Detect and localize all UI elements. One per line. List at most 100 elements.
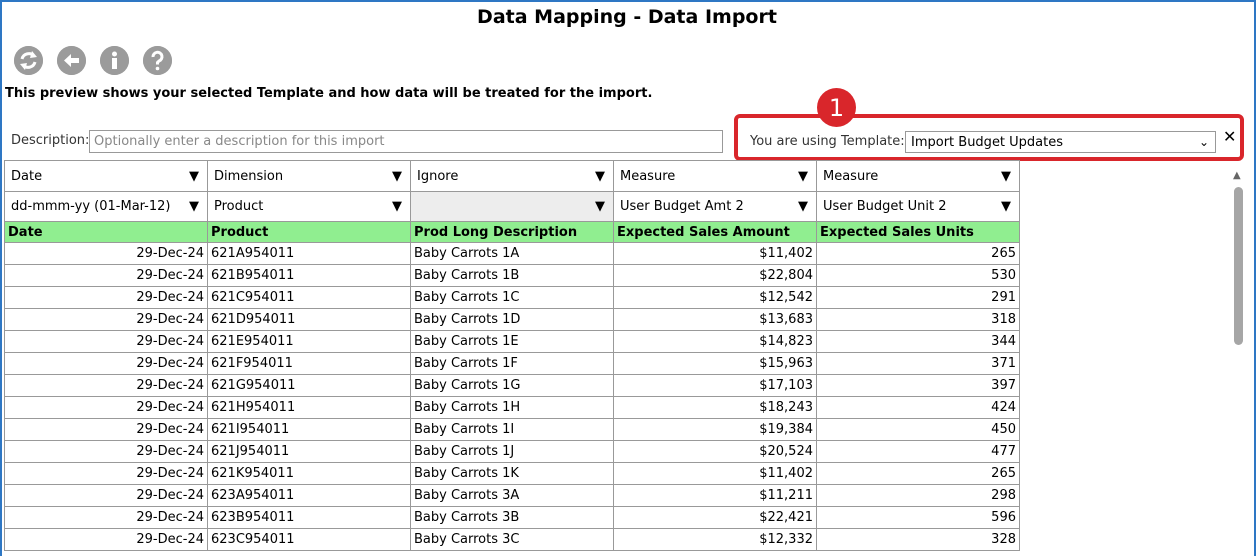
table-cell: $22,421	[613, 506, 817, 529]
column-mapping-dropdown[interactable]: dd-mmm-yy (01-Mar-12) ▼	[11, 199, 201, 214]
table-cell: 621C954011	[207, 286, 411, 309]
triangle-down-icon: ▼	[392, 199, 402, 214]
table-cell: Baby Carrots 1K	[410, 462, 614, 485]
column-type-value: Date	[11, 168, 43, 184]
table-cell: $11,402	[613, 462, 817, 485]
table-cell: 29-Dec-24	[4, 264, 208, 287]
table-cell: Baby Carrots 1C	[410, 286, 614, 309]
back-arrow-icon[interactable]	[57, 46, 86, 75]
column-mapping-select[interactable]: dd-mmm-yy (01-Mar-12) ▼	[4, 191, 208, 222]
table-cell: 621E954011	[207, 330, 411, 353]
table-cell: 621B954011	[207, 264, 411, 287]
column-type-dropdown[interactable]: Measure ▼	[823, 169, 1013, 184]
scrollbar-thumb[interactable]	[1234, 187, 1243, 345]
table-cell: 397	[816, 374, 1020, 397]
table-cell: $12,542	[613, 286, 817, 309]
scroll-up-icon[interactable]: ▲	[1233, 170, 1241, 181]
table-cell: 298	[816, 484, 1020, 507]
callout-badge: 1	[817, 88, 856, 127]
table-cell: Baby Carrots 1J	[410, 440, 614, 463]
table-row: 29-Dec-24 621B954011 Baby Carrots 1B $22,80…	[4, 264, 1020, 287]
column-mapping-dropdown[interactable]: ▼	[417, 199, 607, 214]
table-cell: $19,384	[613, 418, 817, 441]
column-mapping-dropdown[interactable]: Product ▼	[214, 199, 404, 214]
info-icon[interactable]	[100, 46, 129, 75]
description-label: Description:	[11, 133, 90, 148]
column-type-dropdown[interactable]: Ignore ▼	[417, 169, 607, 184]
column-header: Product	[207, 221, 411, 243]
column-type-dropdown[interactable]: Measure ▼	[620, 169, 810, 184]
column-type-dropdown[interactable]: Dimension ▼	[214, 169, 404, 184]
table-row: 29-Dec-24 621E954011 Baby Carrots 1E $14,82…	[4, 330, 1020, 353]
triangle-down-icon: ▼	[798, 199, 808, 214]
preview-description: This preview shows your selected Templat…	[5, 86, 653, 101]
triangle-down-icon: ▼	[189, 168, 199, 184]
column-mapping-value: User Budget Unit 2	[823, 199, 947, 214]
help-icon[interactable]	[143, 46, 172, 75]
triangle-down-icon: ▼	[392, 168, 402, 184]
column-type-select[interactable]: Date ▼	[4, 160, 208, 192]
column-mapping-value: User Budget Amt 2	[620, 199, 744, 214]
table-cell: 623B954011	[207, 506, 411, 529]
page-title: Data Mapping - Data Import	[477, 6, 777, 28]
table-cell: 450	[816, 418, 1020, 441]
column-type-select[interactable]: Measure ▼	[816, 160, 1020, 192]
column-mapping-select[interactable]: User Budget Unit 2 ▼	[816, 191, 1020, 222]
table-cell: Baby Carrots 1B	[410, 264, 614, 287]
table-cell: Baby Carrots 1F	[410, 352, 614, 375]
table-cell: 344	[816, 330, 1020, 353]
table-cell: 29-Dec-24	[4, 462, 208, 485]
column-type-value: Ignore	[417, 168, 459, 184]
table-cell: 291	[816, 286, 1020, 309]
table-cell: 29-Dec-24	[4, 506, 208, 529]
triangle-down-icon: ▼	[1001, 199, 1011, 214]
column-mapping-dropdown[interactable]: User Budget Unit 2 ▼	[823, 199, 1013, 214]
table-cell: 621A954011	[207, 242, 411, 265]
table-cell: 29-Dec-24	[4, 396, 208, 419]
column-mapping-dropdown[interactable]: User Budget Amt 2 ▼	[620, 199, 810, 214]
column-mapping-value: dd-mmm-yy (01-Mar-12)	[11, 199, 171, 214]
column-type-dropdown[interactable]: Date ▼	[11, 169, 201, 184]
close-icon[interactable]: ✕	[1223, 127, 1236, 146]
table-cell: $20,524	[613, 440, 817, 463]
table-cell: 621K954011	[207, 462, 411, 485]
table-cell: 621F954011	[207, 352, 411, 375]
chevron-down-icon: ⌄	[1198, 135, 1209, 149]
import-preview-grid: Date ▼ Dimension ▼ Ignore ▼ Measure ▼ Measure ▼ dd…	[4, 160, 1020, 551]
column-mapping-select[interactable]: ▼	[410, 191, 614, 222]
table-cell: $17,103	[613, 374, 817, 397]
column-type-select[interactable]: Ignore ▼	[410, 160, 614, 192]
column-type-select[interactable]: Measure ▼	[613, 160, 817, 192]
table-cell: 29-Dec-24	[4, 374, 208, 397]
table-cell: 530	[816, 264, 1020, 287]
column-mapping-select[interactable]: User Budget Amt 2 ▼	[613, 191, 817, 222]
column-type-row: Date ▼ Dimension ▼ Ignore ▼ Measure ▼ Measure ▼	[4, 160, 1020, 192]
description-input[interactable]	[89, 130, 723, 153]
template-select[interactable]: Import Budget Updates ⌄	[905, 131, 1216, 153]
table-cell: Baby Carrots 1I	[410, 418, 614, 441]
table-row: 29-Dec-24 621A954011 Baby Carrots 1A $11,40…	[4, 242, 1020, 265]
table-cell: Baby Carrots 1D	[410, 308, 614, 331]
triangle-down-icon: ▼	[798, 168, 808, 184]
table-row: 29-Dec-24 621K954011 Baby Carrots 1K $11,40…	[4, 462, 1020, 485]
table-cell: 29-Dec-24	[4, 242, 208, 265]
table-row: 29-Dec-24 621J954011 Baby Carrots 1J $20,52…	[4, 440, 1020, 463]
column-mapping-value: Product	[214, 199, 264, 214]
table-cell: Baby Carrots 1E	[410, 330, 614, 353]
table-cell: 596	[816, 506, 1020, 529]
table-row: 29-Dec-24 623B954011 Baby Carrots 3B $22,42…	[4, 506, 1020, 529]
table-cell: 29-Dec-24	[4, 330, 208, 353]
table-cell: 623A954011	[207, 484, 411, 507]
table-cell: $12,332	[613, 528, 817, 551]
table-cell: 621I954011	[207, 418, 411, 441]
table-cell: 621G954011	[207, 374, 411, 397]
column-type-select[interactable]: Dimension ▼	[207, 160, 411, 192]
table-row: 29-Dec-24 623A954011 Baby Carrots 3A $11,21…	[4, 484, 1020, 507]
table-cell: 265	[816, 242, 1020, 265]
table-row: 29-Dec-24 621I954011 Baby Carrots 1I $19,38…	[4, 418, 1020, 441]
table-cell: 29-Dec-24	[4, 308, 208, 331]
table-cell: 29-Dec-24	[4, 528, 208, 551]
refresh-icon[interactable]	[14, 46, 43, 75]
table-cell: 623C954011	[207, 528, 411, 551]
column-mapping-select[interactable]: Product ▼	[207, 191, 411, 222]
